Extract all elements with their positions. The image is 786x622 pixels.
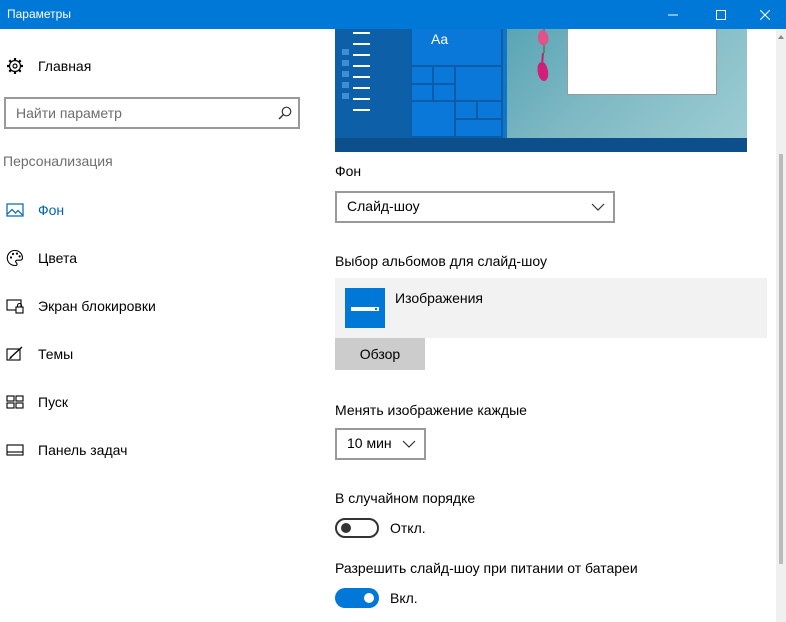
sidebar-item-label: Темы [38, 346, 74, 362]
search-input[interactable]: Найти параметр [4, 97, 300, 129]
interval-dropdown-value: 10 мин [347, 435, 392, 451]
title-bar: Параметры [0, 0, 786, 29]
battery-state: Вкл. [390, 590, 418, 606]
preview-tiles [410, 29, 503, 138]
taskbar-icon [6, 441, 24, 459]
battery-label: Разрешить слайд-шоу при питании от батар… [335, 560, 638, 576]
preview-start-menu [335, 29, 410, 138]
sidebar-item-lock-screen[interactable]: Экран блокировки [0, 282, 320, 330]
picture-icon [6, 201, 24, 219]
album-item[interactable]: Изображения [335, 278, 767, 338]
background-dropdown[interactable]: Слайд-шоу [335, 191, 615, 223]
preview-taskbar [335, 138, 747, 152]
minimize-button[interactable] [650, 0, 696, 29]
sidebar-item-home[interactable]: Главная [0, 42, 320, 90]
sidebar: Главная Найти параметр Персонализация Фо… [0, 29, 320, 622]
chevron-down-icon [591, 203, 605, 211]
lock-screen-icon [6, 297, 24, 315]
folder-icon [345, 288, 385, 328]
album-name: Изображения [395, 290, 483, 306]
search-placeholder: Найти параметр [16, 105, 122, 121]
browse-button[interactable]: Обзор [335, 338, 425, 370]
shuffle-label: В случайном порядке [335, 490, 476, 506]
chevron-down-icon [402, 440, 416, 448]
albums-label: Выбор альбомов для слайд-шоу [335, 253, 547, 269]
background-dropdown-value: Слайд-шоу [347, 198, 420, 214]
sidebar-item-background[interactable]: Фон [0, 186, 320, 234]
sidebar-item-label: Пуск [38, 394, 69, 410]
desktop-preview: Aa [335, 29, 747, 152]
maximize-icon [716, 9, 726, 20]
scrollbar[interactable] [776, 29, 786, 622]
preview-wallpaper [507, 29, 747, 138]
preview-window [567, 29, 717, 95]
sidebar-item-label: Цвета [38, 250, 77, 266]
shuffle-state: Откл. [390, 520, 426, 536]
start-icon [6, 393, 24, 411]
gear-icon [6, 57, 24, 75]
battery-toggle[interactable] [335, 588, 379, 608]
window-title: Параметры [7, 7, 71, 21]
scroll-up-icon[interactable] [778, 35, 784, 39]
search-icon [278, 106, 292, 120]
interval-dropdown[interactable]: 10 мин [335, 428, 426, 460]
sidebar-item-taskbar[interactable]: Панель задач [0, 426, 320, 474]
sidebar-item-label: Главная [38, 58, 92, 74]
shuffle-toggle[interactable] [335, 518, 379, 538]
sidebar-item-start[interactable]: Пуск [0, 378, 320, 426]
sidebar-item-colors[interactable]: Цвета [0, 234, 320, 282]
toggle-knob [341, 523, 351, 533]
section-title: Персонализация [3, 153, 113, 169]
sidebar-item-label: Панель задач [38, 442, 128, 458]
preview-sample-text: Aa [431, 31, 449, 47]
interval-label: Менять изображение каждые [335, 402, 527, 418]
palette-icon [6, 249, 24, 267]
themes-icon [6, 345, 24, 363]
background-label: Фон [335, 163, 362, 179]
sidebar-item-themes[interactable]: Темы [0, 330, 320, 378]
scroll-thumb[interactable] [779, 154, 783, 564]
sidebar-item-label: Фон [38, 202, 65, 218]
sidebar-item-label: Экран блокировки [38, 298, 156, 314]
minimize-icon [668, 14, 678, 15]
close-button[interactable] [742, 0, 786, 29]
toggle-knob [364, 593, 374, 603]
close-icon [760, 9, 770, 20]
main-content: Aa Фон Слайд-шоу Выбор альбомов для слай… [320, 29, 786, 622]
maximize-button[interactable] [698, 0, 744, 29]
